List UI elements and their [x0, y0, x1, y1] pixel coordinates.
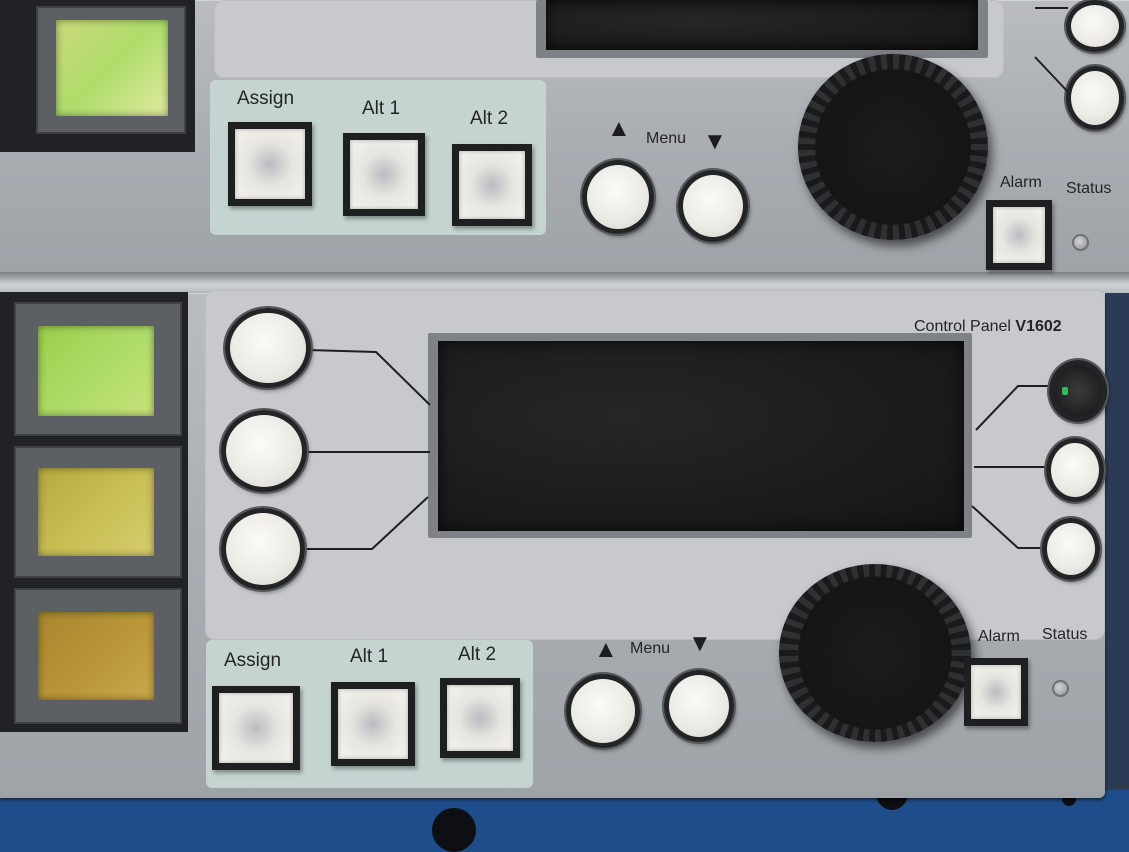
top-alt2-button[interactable]: [452, 144, 532, 226]
softkey-green-led: [1062, 387, 1068, 395]
top-menu-up-arrow-icon: ▲: [607, 115, 631, 142]
top-status-label: Status: [1066, 180, 1112, 197]
top-alt2-label: Alt 2: [470, 108, 509, 129]
top-softkey-right-2[interactable]: [1066, 66, 1124, 130]
button-face: [338, 689, 408, 759]
alt2-label: Alt 2: [458, 644, 497, 665]
top-assign-label: Assign: [237, 88, 295, 109]
top-rotary-knob[interactable]: [798, 54, 988, 240]
button-face: [219, 693, 293, 763]
indicator-lamp-3[interactable]: [38, 612, 154, 700]
top-alt1-label: Alt 1: [362, 98, 401, 119]
top-alarm-button[interactable]: [986, 200, 1052, 270]
top-menu-up-button[interactable]: [582, 160, 654, 234]
button-face: [971, 665, 1021, 719]
panel-title-prefix: Control Panel: [914, 318, 1011, 335]
alt2-button[interactable]: [440, 678, 520, 758]
rotary-knob[interactable]: [779, 564, 971, 742]
softkey-left-1[interactable]: [225, 308, 311, 388]
menu-up-arrow-icon: ▲: [594, 636, 618, 663]
button-face: [350, 140, 418, 209]
menu-up-button[interactable]: [566, 674, 640, 748]
top-alarm-label: Alarm: [1000, 174, 1042, 191]
softkey-right-1[interactable]: [1049, 360, 1107, 422]
alt1-label: Alt 1: [350, 646, 389, 667]
top-menu-down-arrow-icon: ▼: [703, 128, 727, 155]
panel-model: V1602: [1015, 318, 1062, 335]
indicator-lamp-1[interactable]: [38, 326, 154, 416]
button-face: [235, 129, 305, 199]
button-face: [459, 151, 525, 219]
top-softkey-right-1[interactable]: [1066, 0, 1124, 52]
softkey-left-2[interactable]: [221, 410, 307, 492]
menu-down-arrow-icon: ▼: [688, 630, 712, 657]
alarm-button[interactable]: [964, 658, 1028, 726]
alt1-button[interactable]: [331, 682, 415, 766]
top-alt1-button[interactable]: [343, 133, 425, 216]
button-face: [447, 685, 513, 751]
top-assign-button[interactable]: [228, 122, 312, 206]
indicator-lamp-2[interactable]: [38, 468, 154, 556]
rack-rail: [0, 790, 1129, 852]
assign-label: Assign: [224, 650, 282, 671]
top-status-led: [1072, 234, 1089, 251]
rack-hole: [432, 808, 476, 852]
assign-button[interactable]: [212, 686, 300, 770]
softkey-right-2[interactable]: [1046, 438, 1104, 502]
status-led: [1052, 680, 1069, 697]
status-label: Status: [1042, 626, 1088, 643]
lcd-display: [438, 341, 964, 531]
alarm-label: Alarm: [978, 628, 1020, 645]
top-lcd-display: [546, 0, 978, 50]
button-face: [993, 207, 1045, 263]
top-menu-down-button[interactable]: [678, 170, 748, 242]
top-menu-label: Menu: [646, 130, 687, 147]
softkey-right-3[interactable]: [1042, 518, 1100, 580]
top-indicator-lamp[interactable]: [56, 20, 168, 116]
menu-label: Menu: [630, 640, 671, 657]
panel-title: Control Panel V1602: [914, 318, 1062, 336]
softkey-left-3[interactable]: [221, 508, 305, 590]
menu-down-button[interactable]: [664, 670, 734, 742]
